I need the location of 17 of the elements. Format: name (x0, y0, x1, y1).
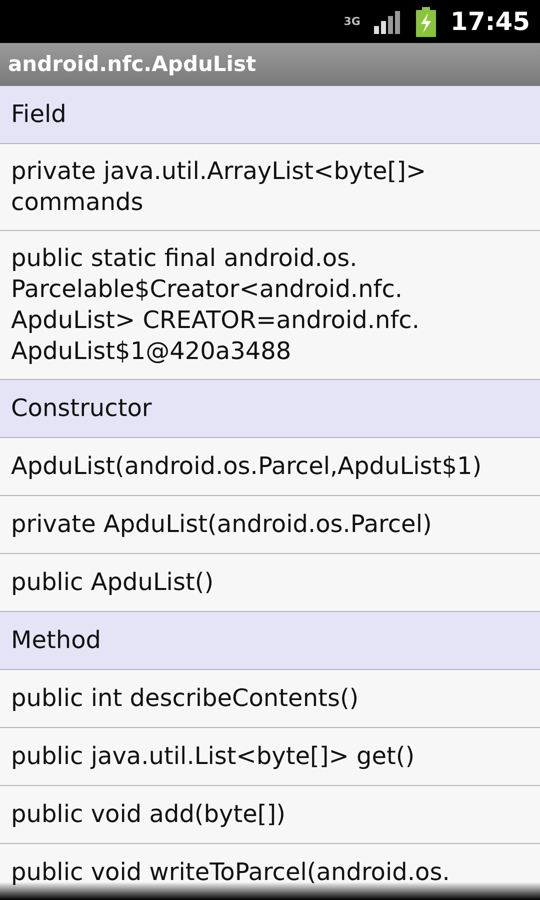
member-signature: private ApduList(android.os.Parcel) (11, 509, 432, 540)
member-signature: private java.util.ArrayList<byte[]> commands (11, 156, 428, 218)
section-title: Field (11, 99, 66, 130)
section-title: Method (11, 625, 102, 656)
clock: 17:45 (450, 9, 530, 34)
battery-charging-icon (416, 6, 436, 36)
member-signature: public static final android.os. Parcelable$Creator<android.nfc. ApduList> CREATOR=android.nfc. ApduList$1@420a3488 (11, 243, 420, 367)
window-title: android.nfc.ApduList (8, 50, 256, 78)
member-signature: ApduList(android.os.Parcel,ApduList$1) (11, 451, 482, 482)
network-type: 3G (344, 16, 360, 27)
member-signature: public java.util.List<byte[]> get() (11, 741, 415, 772)
member-signature: public ApduList() (11, 567, 214, 598)
signal-icon (374, 10, 402, 34)
member-signature: public void add(byte[]) (11, 799, 286, 830)
member-signature: public int describeContents() (11, 683, 359, 714)
member-signature: public void writeToParcel(android.os. (11, 857, 450, 888)
section-title: Constructor (11, 393, 152, 424)
